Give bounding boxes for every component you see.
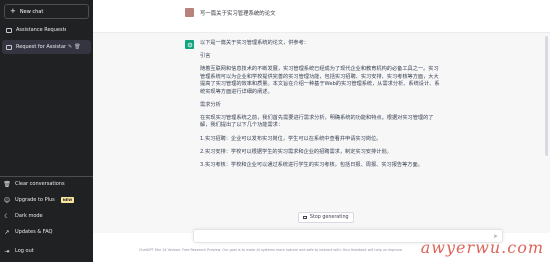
sidebar-divider bbox=[0, 176, 93, 177]
conversation-label: Request for Assistan bbox=[16, 44, 66, 50]
response-heading: 引言 bbox=[200, 53, 211, 60]
response-paragraph: 随着互联网和信息技术的不断发展，实习管理系统已经成为了现代企业和教育机构的必备工… bbox=[200, 66, 440, 95]
new-badge: NEW bbox=[60, 197, 75, 203]
external-link-icon: ↗ bbox=[4, 228, 10, 236]
response-paragraph: 3.实习考核：学校和企业可以通过系统进行学生的实习考核，包括日报、周报、实习报告… bbox=[200, 162, 423, 169]
chatgpt-app: + New chat Assistance Requested. Request… bbox=[0, 0, 550, 262]
moon-icon: ☾ bbox=[4, 212, 10, 220]
upgrade-plus-button[interactable]: ☺ Upgrade to Plus NEW bbox=[4, 194, 90, 206]
user-avatar bbox=[185, 8, 194, 17]
response-paragraph: 以下是一篇关于实习管理系统的论文，供参考： bbox=[200, 40, 309, 46]
delete-icon[interactable]: 🗑 bbox=[74, 44, 80, 50]
edit-icon[interactable]: ✎ bbox=[68, 44, 72, 50]
stop-generating-label: Stop generating bbox=[309, 215, 349, 220]
version-link[interactable]: ChatGPT Mar 14 Version bbox=[139, 248, 180, 252]
log-out-button[interactable]: ⇥ Log out bbox=[4, 245, 90, 257]
plus-icon: + bbox=[10, 7, 16, 15]
chat-bubble-icon bbox=[6, 44, 12, 50]
clear-conversations-label: Clear conversations bbox=[15, 181, 65, 187]
stop-generating-button[interactable]: Stop generating bbox=[298, 212, 354, 223]
clear-conversations-button[interactable]: 🗑 Clear conversations bbox=[3, 178, 90, 190]
sidebar: + New chat Assistance Requested. Request… bbox=[0, 0, 93, 262]
log-out-label: Log out bbox=[15, 248, 34, 254]
updates-faq-link[interactable]: ↗ Updates & FAQ bbox=[4, 226, 90, 238]
upgrade-plus-label: Upgrade to Plus bbox=[15, 197, 55, 203]
openai-logo-icon bbox=[185, 40, 194, 49]
assistant-message: 以下是一篇关于实习管理系统的论文，供参考： 引言 随着互联网和信息技术的不断发展… bbox=[200, 40, 440, 175]
conversation-label: Assistance Requested. bbox=[16, 27, 66, 33]
new-chat-label: New chat bbox=[19, 8, 44, 15]
dark-mode-label: Dark mode bbox=[15, 213, 43, 219]
footer-text: . Free Research Preview. Our goal is to … bbox=[180, 248, 403, 252]
assistant-message-row: 以下是一篇关于实习管理系统的论文，供参考： 引言 随着互联网和信息技术的不断发展… bbox=[93, 33, 550, 233]
scrollbar[interactable] bbox=[545, 36, 548, 156]
stop-square-icon bbox=[303, 215, 307, 220]
response-paragraph: 在实现实习管理系统之前，我们首先需要进行需求分析，明确系统的功能和特点。根据对实… bbox=[200, 115, 434, 129]
response-paragraph: 1.实习招聘：企业可以发布实习岗位，学生可以在系统中查看并申请实习岗位。 bbox=[200, 135, 382, 142]
conversation-item-active[interactable]: Request for Assistan ✎ 🗑 bbox=[2, 40, 91, 54]
updates-faq-label: Updates & FAQ bbox=[15, 229, 53, 235]
trash-icon: 🗑 bbox=[3, 180, 11, 188]
watermark-logo: awyerwu.com bbox=[420, 238, 544, 257]
user-icon: ☺ bbox=[3, 196, 11, 204]
response-paragraph: 2.实习安排：学校可以根据学生的实习需求和企业的招聘需求，制定实习安排计划。 bbox=[200, 148, 392, 155]
response-heading: 需求分析 bbox=[200, 101, 221, 108]
chat-main: 写一篇关于实习管理系统的论文 以下是一篇关于实习管理系统的论文，供参考： 引言 … bbox=[93, 0, 550, 262]
user-message-row: 写一篇关于实习管理系统的论文 bbox=[93, 0, 550, 33]
chat-bubble-icon bbox=[6, 27, 12, 33]
conversation-item[interactable]: Assistance Requested. bbox=[2, 23, 91, 37]
user-message: 写一篇关于实习管理系统的论文 bbox=[200, 11, 276, 17]
new-chat-button[interactable]: + New chat bbox=[4, 4, 89, 19]
dark-mode-button[interactable]: ☾ Dark mode bbox=[4, 210, 90, 222]
logout-icon: ⇥ bbox=[4, 247, 10, 255]
